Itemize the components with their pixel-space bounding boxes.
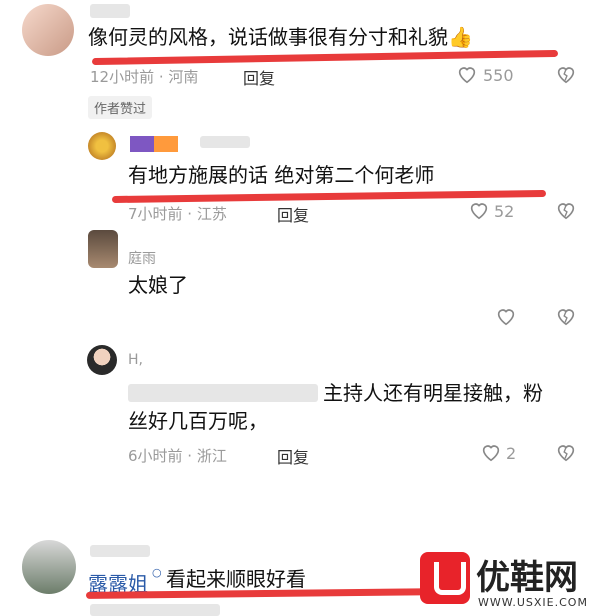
avatar[interactable] — [88, 132, 116, 160]
comment-text: 有地方施展的话 绝对第二个何老师 — [128, 163, 435, 187]
reply-button[interactable]: 回复 — [277, 444, 309, 468]
comment-text-line1: 主持人还有明星接触，粉 — [323, 381, 543, 405]
comment-meta: 7小时前 · 江苏 — [128, 205, 227, 223]
avatar[interactable] — [22, 4, 74, 56]
reply-button[interactable]: 回复 — [243, 65, 275, 89]
comment-text: 像何灵的风格，说话做事很有分寸和礼貌👍 — [88, 25, 473, 49]
avatar[interactable] — [87, 345, 117, 375]
like-count: 52 — [494, 202, 515, 221]
avatar[interactable] — [22, 540, 76, 594]
red-underline — [91, 49, 559, 66]
heart-icon[interactable] — [480, 441, 502, 463]
username-blurred — [90, 545, 150, 557]
search-icon: ○ — [152, 566, 162, 579]
meta-blurred — [90, 604, 220, 616]
like-count: 2 — [506, 444, 517, 463]
broken-heart-icon[interactable] — [555, 199, 577, 221]
broken-heart-icon[interactable] — [555, 441, 577, 463]
broken-heart-icon[interactable] — [555, 63, 577, 85]
username: H, — [128, 352, 143, 368]
brand-url: WWW.USXIE.COM — [478, 596, 588, 609]
username: 庭雨 — [128, 251, 156, 267]
avatar[interactable] — [88, 230, 118, 268]
broken-heart-icon[interactable] — [555, 305, 577, 327]
heart-icon[interactable] — [468, 199, 490, 221]
logo-mark — [434, 562, 466, 595]
brand-logo — [420, 552, 470, 604]
like-count: 550 — [483, 66, 514, 85]
username-blurred — [200, 136, 250, 148]
brand-name: 优鞋网 — [476, 558, 578, 598]
heart-icon[interactable] — [495, 305, 517, 327]
username-blurred — [90, 4, 130, 18]
comment-text-line2: 丝好几百万呢， — [128, 409, 268, 433]
comment-text: 太娘了 — [128, 273, 188, 297]
author-liked-badge: 作者赞过 — [88, 96, 153, 119]
text-blurred — [128, 384, 318, 402]
username-badge — [130, 136, 178, 152]
comment-meta: 6小时前 · 浙江 — [128, 447, 227, 465]
comment-meta: 12小时前 · 河南 — [90, 68, 199, 86]
heart-icon[interactable] — [456, 63, 478, 85]
reply-button[interactable]: 回复 — [277, 202, 309, 226]
